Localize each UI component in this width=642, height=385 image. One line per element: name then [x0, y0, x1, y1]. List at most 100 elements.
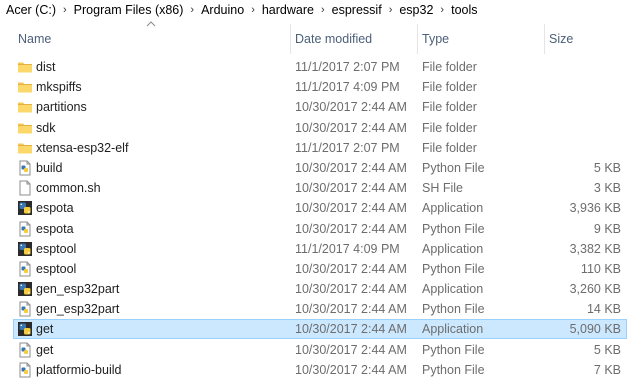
column-header-date[interactable]: Date modified [290, 24, 417, 54]
file-name: esptool [36, 241, 77, 256]
file-row[interactable]: get 10/30/2017 2:44 AM Python File 5 KB [0, 340, 642, 360]
file-name: esptool [36, 261, 77, 276]
file-size: 5 KB [593, 160, 621, 175]
python-file-icon [17, 301, 33, 317]
python-app-icon [17, 281, 33, 297]
python-file-icon [17, 362, 33, 378]
breadcrumb-item[interactable]: Program Files (x86) [74, 3, 184, 17]
file-name: dist [36, 60, 56, 74]
file-row[interactable]: sdk 10/30/2017 2:44 AM File folder [0, 118, 642, 138]
file-row[interactable]: gen_esp32part 10/30/2017 2:44 AM Applicati… [0, 279, 642, 299]
breadcrumb-separator-icon[interactable]: › [389, 4, 393, 16]
column-header-name-label: Name [18, 32, 52, 46]
python-file-icon [17, 160, 33, 176]
column-header-type[interactable]: Type [417, 24, 544, 54]
file-type: File folder [422, 140, 477, 155]
folder-icon [17, 79, 33, 95]
file-type: Application [422, 322, 484, 337]
file-date: 11/1/2017 4:09 PM [295, 241, 400, 256]
file-row[interactable]: mkspiffs 11/1/2017 4:09 PM File folder [0, 77, 642, 97]
file-row[interactable]: partitions 10/30/2017 2:44 AM File folder [0, 97, 642, 117]
breadcrumb-separator-icon[interactable]: › [190, 4, 194, 16]
file-date: 10/30/2017 2:44 AM [295, 181, 407, 196]
breadcrumb-separator-icon[interactable]: › [440, 4, 444, 16]
breadcrumb-separator-icon[interactable]: › [63, 4, 67, 16]
file-date: 10/30/2017 2:44 AM [295, 221, 407, 236]
file-size: 3,382 KB [569, 241, 621, 256]
file-date: 10/30/2017 2:44 AM [295, 120, 407, 135]
file-name: mkspiffs [36, 80, 82, 95]
file-name: gen_esp32part [36, 282, 120, 297]
folder-icon [17, 140, 33, 156]
file-date: 10/30/2017 2:44 AM [295, 100, 407, 115]
breadcrumb-item[interactable]: Acer (C:) [6, 3, 56, 17]
file-size: 3 KB [593, 181, 621, 196]
file-size: 3,260 KB [569, 282, 621, 297]
file-date: 11/1/2017 4:09 PM [295, 80, 400, 95]
file-type: Python File [422, 261, 485, 276]
python-file-icon [17, 221, 33, 237]
file-row[interactable]: esptool 11/1/2017 4:09 PM Application 3,382… [0, 239, 642, 259]
file-type: Python File [422, 221, 485, 236]
file-size: 5 KB [593, 342, 621, 357]
file-name: platformio-build [36, 362, 122, 377]
breadcrumb-item[interactable]: espressif [332, 3, 382, 17]
column-header-size[interactable]: Size [544, 24, 634, 54]
file-date: 10/30/2017 2:44 AM [295, 302, 407, 317]
file-type: SH File [422, 181, 463, 196]
file-row[interactable]: esptool 10/30/2017 2:44 AM Python File 110 … [0, 259, 642, 279]
breadcrumb-separator-icon[interactable]: › [321, 4, 325, 16]
file-type: File folder [422, 80, 477, 95]
file-type: File folder [422, 120, 477, 135]
breadcrumb-item[interactable]: hardware [262, 3, 314, 17]
file-row[interactable]: build 10/30/2017 2:44 AM Python File 5 KB [0, 158, 642, 178]
file-name: partitions [36, 100, 87, 115]
folder-icon [17, 59, 33, 75]
file-size: 3,936 KB [569, 201, 621, 216]
file-date: 11/1/2017 2:07 PM [295, 60, 400, 74]
breadcrumb-item[interactable]: esp32 [399, 3, 433, 17]
file-row[interactable]: espota 10/30/2017 2:44 AM Application 3,936… [0, 198, 642, 218]
file-type: Application [422, 282, 484, 297]
python-app-icon [17, 241, 33, 257]
file-type: Python File [422, 160, 485, 175]
file-row[interactable]: espota 10/30/2017 2:44 AM Python File 9 KB [0, 219, 642, 239]
file-name: espota [36, 201, 74, 216]
file-size: 14 KB [586, 302, 621, 317]
folder-icon [17, 99, 33, 115]
file-list: dist 11/1/2017 2:07 PM File folder mkspiffs… [0, 57, 642, 380]
file-type: File folder [422, 60, 477, 74]
file-date: 10/30/2017 2:44 AM [295, 261, 407, 276]
file-size: 9 KB [593, 221, 621, 236]
file-type: Python File [422, 362, 485, 377]
file-row[interactable]: get 10/30/2017 2:44 AM Application 5,090 KB [0, 319, 642, 340]
breadcrumb-item[interactable]: tools [451, 3, 477, 17]
file-row[interactable]: dist 11/1/2017 2:07 PM File folder [0, 57, 642, 77]
file-row[interactable]: common.sh 10/30/2017 2:44 AM SH File 3 KB [0, 178, 642, 198]
file-row[interactable]: platformio-build 10/30/2017 2:44 AM Python… [0, 360, 642, 380]
file-date: 10/30/2017 2:44 AM [295, 201, 407, 216]
file-name: get [36, 342, 54, 357]
breadcrumb: Acer (C:) › Program Files (x86) › Arduino › ha… [0, 0, 642, 20]
file-row[interactable]: xtensa-esp32-elf 11/1/2017 2:07 PM File fo… [0, 138, 642, 158]
file-date: 10/30/2017 2:44 AM [295, 322, 407, 337]
file-size: 110 KB [580, 261, 621, 276]
file-type: Application [422, 241, 484, 256]
python-app-icon [17, 321, 33, 337]
blank-file-icon [17, 180, 33, 196]
file-name: common.sh [36, 181, 101, 196]
file-type: Application [422, 201, 484, 216]
file-type: File folder [422, 100, 477, 115]
file-date: 10/30/2017 2:44 AM [295, 160, 407, 175]
breadcrumb-item[interactable]: Arduino [201, 3, 244, 17]
file-row[interactable]: gen_esp32part 10/30/2017 2:44 AM Python Fi… [0, 299, 642, 319]
file-size: 7 KB [593, 362, 621, 377]
python-file-icon [17, 342, 33, 358]
file-date: 11/1/2017 2:07 PM [295, 140, 400, 155]
file-name: xtensa-esp32-elf [36, 140, 129, 155]
column-header-name[interactable]: Name [14, 24, 290, 54]
file-name: get [36, 322, 54, 337]
file-name: build [36, 160, 63, 175]
file-name: espota [36, 221, 74, 236]
breadcrumb-separator-icon[interactable]: › [251, 4, 255, 16]
